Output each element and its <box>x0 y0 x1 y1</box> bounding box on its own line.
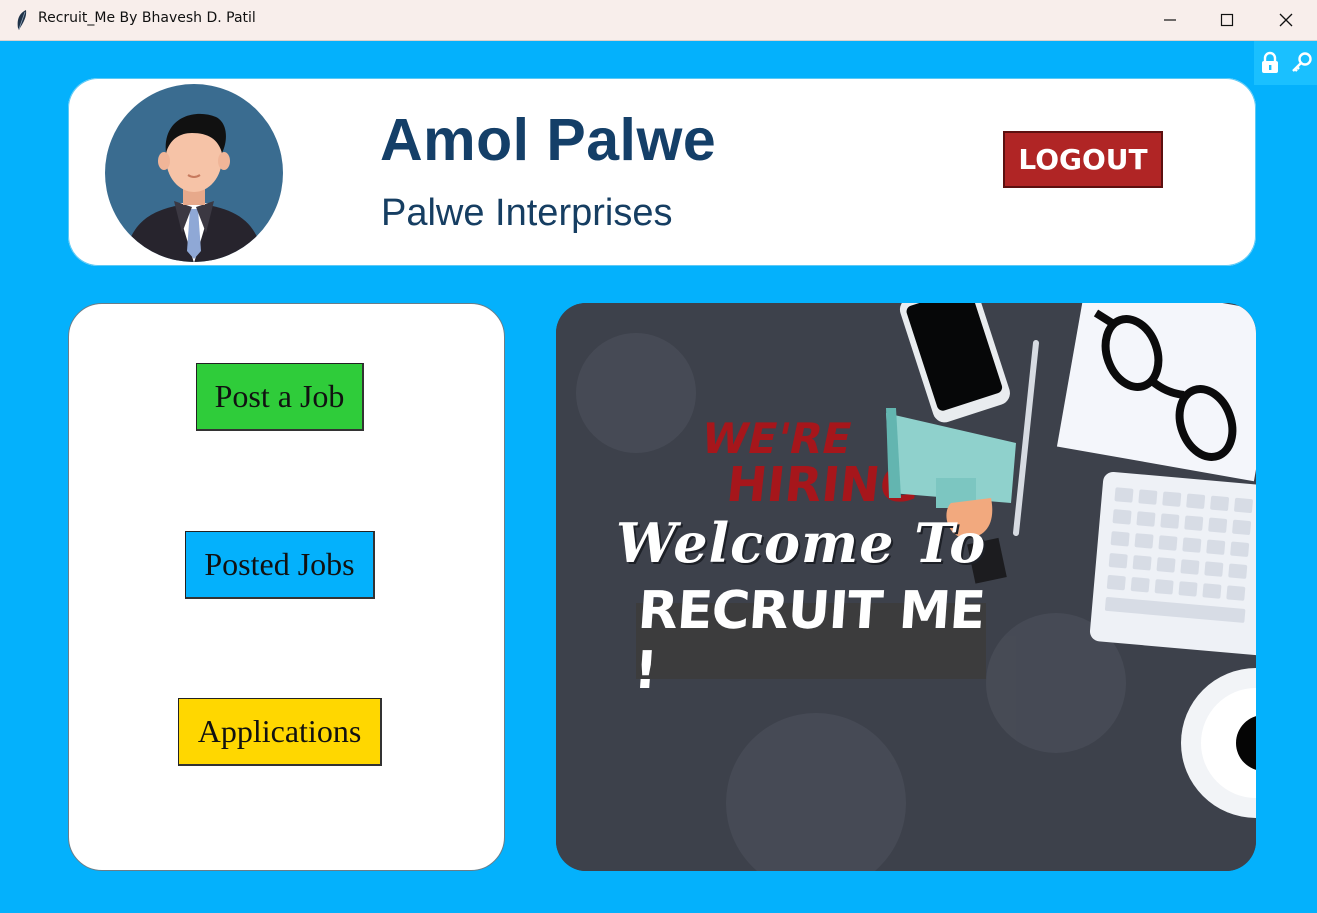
lock-icon[interactable] <box>1259 51 1281 75</box>
app-name-box: RECRUIT ME ! <box>632 581 987 701</box>
security-tray[interactable] <box>1254 41 1317 85</box>
keyboard-icon <box>1089 471 1256 658</box>
company-name: Palwe Interprises <box>381 192 673 234</box>
posted-jobs-button[interactable]: Posted Jobs <box>185 531 375 599</box>
action-menu: Post a Job Posted Jobs Applications <box>68 303 505 871</box>
app-window: Recruit_Me By Bhavesh D. Patil Amol Palw… <box>0 0 1317 913</box>
welcome-banner: WE'RE HIRING Welcome To RECRUIT ME ! <box>556 303 1256 871</box>
close-icon <box>1279 13 1293 27</box>
user-name: Amol Palwe <box>380 107 717 173</box>
applications-button[interactable]: Applications <box>178 698 382 766</box>
feather-icon <box>17 10 27 30</box>
businessman-avatar-icon <box>105 84 283 262</box>
maximize-icon <box>1220 13 1234 27</box>
close-button[interactable] <box>1257 0 1315 40</box>
maximize-button[interactable] <box>1198 0 1256 40</box>
window-title: Recruit_Me By Bhavesh D. Patil <box>38 10 256 26</box>
profile-header: Amol Palwe Palwe Interprises LOGOUT <box>68 78 1256 266</box>
logout-button[interactable]: LOGOUT <box>1003 131 1163 188</box>
minimize-icon <box>1164 19 1176 21</box>
minimize-button[interactable] <box>1141 0 1199 40</box>
post-job-button[interactable]: Post a Job <box>196 363 364 431</box>
title-bar: Recruit_Me By Bhavesh D. Patil <box>0 0 1317 41</box>
welcome-text: Welcome To <box>616 511 987 575</box>
key-icon[interactable] <box>1290 51 1312 75</box>
app-name-text: RECRUIT ME ! <box>631 581 987 701</box>
main-area: Amol Palwe Palwe Interprises LOGOUT Post… <box>4 41 1317 913</box>
